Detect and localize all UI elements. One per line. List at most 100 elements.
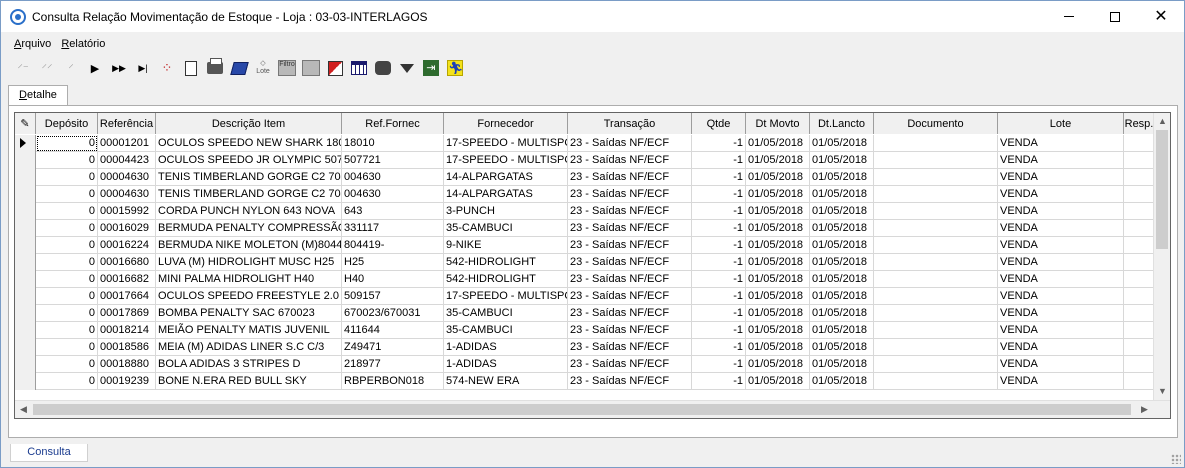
cell-documento[interactable] xyxy=(874,169,998,186)
cell-ref-fornec[interactable]: 004630 xyxy=(342,169,444,186)
cell-dt-movto[interactable]: 01/05/2018 xyxy=(746,305,810,322)
cell-fornecedor[interactable]: 14-ALPARGATAS xyxy=(444,169,568,186)
cell-resp[interactable] xyxy=(1124,152,1155,169)
cell-qtde[interactable]: -1 xyxy=(692,288,746,305)
cell-dt-movto[interactable]: 01/05/2018 xyxy=(746,186,810,203)
cell-transacao[interactable]: 23 - Saídas NF/ECF xyxy=(568,288,692,305)
cell-deposito[interactable]: 0 xyxy=(36,254,98,271)
cell-qtde[interactable]: -1 xyxy=(692,203,746,220)
cell-resp[interactable] xyxy=(1124,237,1155,254)
table-row[interactable]: 0 00017869 BOMBA PENALTY SAC 670023 670023/… xyxy=(15,305,1155,322)
cell-referencia[interactable]: 00017869 xyxy=(98,305,156,322)
cell-qtde[interactable]: -1 xyxy=(692,373,746,390)
cell-transacao[interactable]: 23 - Saídas NF/ECF xyxy=(568,186,692,203)
cell-dt-lancto[interactable]: 01/05/2018 xyxy=(810,322,874,339)
cell-dt-movto[interactable]: 01/05/2018 xyxy=(746,237,810,254)
prev-page-button[interactable]: ⸍⸍ xyxy=(35,56,59,80)
cell-documento[interactable] xyxy=(874,135,998,152)
cell-deposito[interactable]: 0 xyxy=(36,237,98,254)
cell-resp[interactable] xyxy=(1124,135,1155,152)
table-row[interactable]: 0 00018586 MEIA (M) ADIDAS LINER S.C C/3 Z4… xyxy=(15,339,1155,356)
table-row[interactable]: 0 00019239 BONE N.ERA RED BULL SKY RBPERBON… xyxy=(15,373,1155,390)
cell-resp[interactable] xyxy=(1124,339,1155,356)
title-bar[interactable]: Consulta Relação Movimentação de Estoque… xyxy=(1,1,1184,32)
row-indicator[interactable] xyxy=(15,254,36,271)
cell-lote[interactable]: VENDA xyxy=(998,135,1124,152)
tab-detalhe[interactable]: Detalhe xyxy=(8,85,68,106)
cell-referencia[interactable]: 00018880 xyxy=(98,356,156,373)
cell-deposito[interactable]: 0 xyxy=(36,169,98,186)
cell-resp[interactable] xyxy=(1124,356,1155,373)
cell-descricao[interactable]: BERMUDA NIKE MOLETON (M)804419 xyxy=(156,237,342,254)
cell-qtde[interactable]: -1 xyxy=(692,322,746,339)
row-indicator[interactable] xyxy=(15,186,36,203)
cell-deposito[interactable]: 0 xyxy=(36,305,98,322)
row-indicator[interactable] xyxy=(15,322,36,339)
cell-descricao[interactable]: BOLA ADIDAS 3 STRIPES D xyxy=(156,356,342,373)
cell-transacao[interactable]: 23 - Saídas NF/ECF xyxy=(568,203,692,220)
cell-lote[interactable]: VENDA xyxy=(998,186,1124,203)
data-grid[interactable]: ✎ Depósito Referência Descrição Item Ref.Fo… xyxy=(14,112,1171,419)
row-indicator[interactable] xyxy=(15,305,36,322)
cell-descricao[interactable]: BONE N.ERA RED BULL SKY xyxy=(156,373,342,390)
config-button[interactable] xyxy=(299,56,323,80)
cell-ref-fornec[interactable]: 18010 xyxy=(342,135,444,152)
cell-referencia[interactable]: 00019239 xyxy=(98,373,156,390)
preview-button[interactable] xyxy=(179,56,203,80)
cell-descricao[interactable]: TENIS TIMBERLAND GORGE C2 7040 xyxy=(156,169,342,186)
cell-documento[interactable] xyxy=(874,305,998,322)
cell-transacao[interactable]: 23 - Saídas NF/ECF xyxy=(568,135,692,152)
menu-arquivo[interactable]: Arquivo xyxy=(11,36,54,54)
row-indicator[interactable] xyxy=(15,373,36,390)
cell-dt-lancto[interactable]: 01/05/2018 xyxy=(810,135,874,152)
cell-documento[interactable] xyxy=(874,203,998,220)
table-row[interactable]: 0 00016682 MINI PALMA HIDROLIGHT H40 H40 542… xyxy=(15,271,1155,288)
cell-lote[interactable]: VENDA xyxy=(998,220,1124,237)
cell-descricao[interactable]: MEIA (M) ADIDAS LINER S.C C/3 xyxy=(156,339,342,356)
cell-ref-fornec[interactable]: H40 xyxy=(342,271,444,288)
cell-deposito[interactable]: 0 xyxy=(36,203,98,220)
cell-descricao[interactable]: CORDA PUNCH NYLON 643 NOVA xyxy=(156,203,342,220)
cell-deposito[interactable]: 0 xyxy=(36,152,98,169)
cell-resp[interactable] xyxy=(1124,373,1155,390)
column-header-resp[interactable]: Resp. xyxy=(1124,113,1155,134)
column-header-descricao[interactable]: Descrição Item xyxy=(156,113,342,134)
cell-deposito[interactable]: 0 xyxy=(36,373,98,390)
cell-transacao[interactable]: 23 - Saídas NF/ECF xyxy=(568,254,692,271)
cell-descricao[interactable]: TENIS TIMBERLAND GORGE C2 7040 xyxy=(156,186,342,203)
cell-referencia[interactable]: 00004630 xyxy=(98,169,156,186)
cell-qtde[interactable]: -1 xyxy=(692,169,746,186)
column-header-deposito[interactable]: Depósito xyxy=(36,113,98,134)
export-button[interactable] xyxy=(323,56,347,80)
column-header-dt-movto[interactable]: Dt Movto xyxy=(746,113,810,134)
next-page-button[interactable]: ▶▶ xyxy=(107,56,131,80)
column-header-qtde[interactable]: Qtde xyxy=(692,113,746,134)
table-row[interactable]: 0 00001201 OCULOS SPEEDO NEW SHARK 18010 18… xyxy=(15,135,1155,152)
cell-fornecedor[interactable]: 574-NEW ERA xyxy=(444,373,568,390)
row-indicator[interactable] xyxy=(15,135,36,152)
cell-transacao[interactable]: 23 - Saídas NF/ECF xyxy=(568,237,692,254)
cell-fornecedor[interactable]: 35-CAMBUCI xyxy=(444,305,568,322)
lote-button[interactable]: ◇ Lote xyxy=(251,56,275,80)
cell-qtde[interactable]: -1 xyxy=(692,186,746,203)
vertical-scroll-thumb[interactable] xyxy=(1156,130,1168,249)
cell-dt-movto[interactable]: 01/05/2018 xyxy=(746,203,810,220)
scroll-right-icon[interactable]: ▶ xyxy=(1136,401,1153,418)
table-row[interactable]: 0 00016680 LUVA (M) HIDROLIGHT MUSC H25 H25… xyxy=(15,254,1155,271)
table-row[interactable]: 0 00017664 OCULOS SPEEDO FREESTYLE 2.0 5091… xyxy=(15,288,1155,305)
cell-deposito[interactable]: 0 xyxy=(36,135,98,152)
row-indicator[interactable] xyxy=(15,339,36,356)
vertical-scrollbar[interactable]: ▲ ▼ xyxy=(1153,113,1170,400)
cell-qtde[interactable]: -1 xyxy=(692,220,746,237)
scroll-up-icon[interactable]: ▲ xyxy=(1154,113,1170,130)
print-button[interactable] xyxy=(203,56,227,80)
exit-button[interactable]: ⇥ xyxy=(419,56,443,80)
cell-dt-movto[interactable]: 01/05/2018 xyxy=(746,220,810,237)
cell-ref-fornec[interactable]: 218977 xyxy=(342,356,444,373)
cell-documento[interactable] xyxy=(874,186,998,203)
grid-button[interactable] xyxy=(347,56,371,80)
table-row[interactable]: 0 00018880 BOLA ADIDAS 3 STRIPES D 218977 1-… xyxy=(15,356,1155,373)
cell-fornecedor[interactable]: 14-ALPARGATAS xyxy=(444,186,568,203)
cell-fornecedor[interactable]: 17-SPEEDO - MULTISPOR xyxy=(444,288,568,305)
cell-documento[interactable] xyxy=(874,220,998,237)
